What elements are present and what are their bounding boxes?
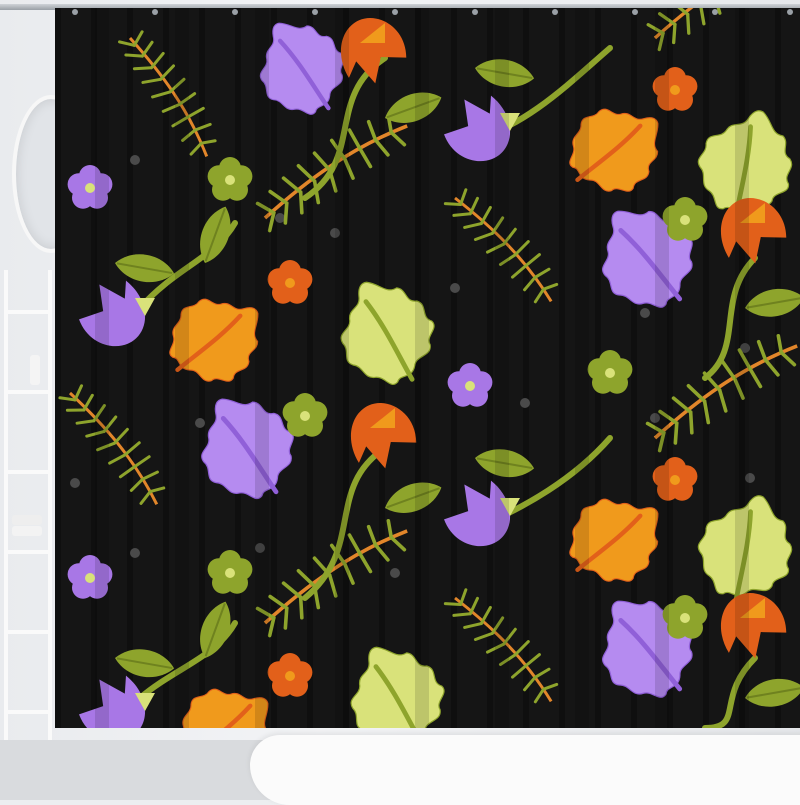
shower-curtain (55, 8, 800, 728)
wall-shelf (4, 270, 52, 740)
curtain-pattern (55, 8, 800, 728)
bathtub (250, 735, 800, 805)
